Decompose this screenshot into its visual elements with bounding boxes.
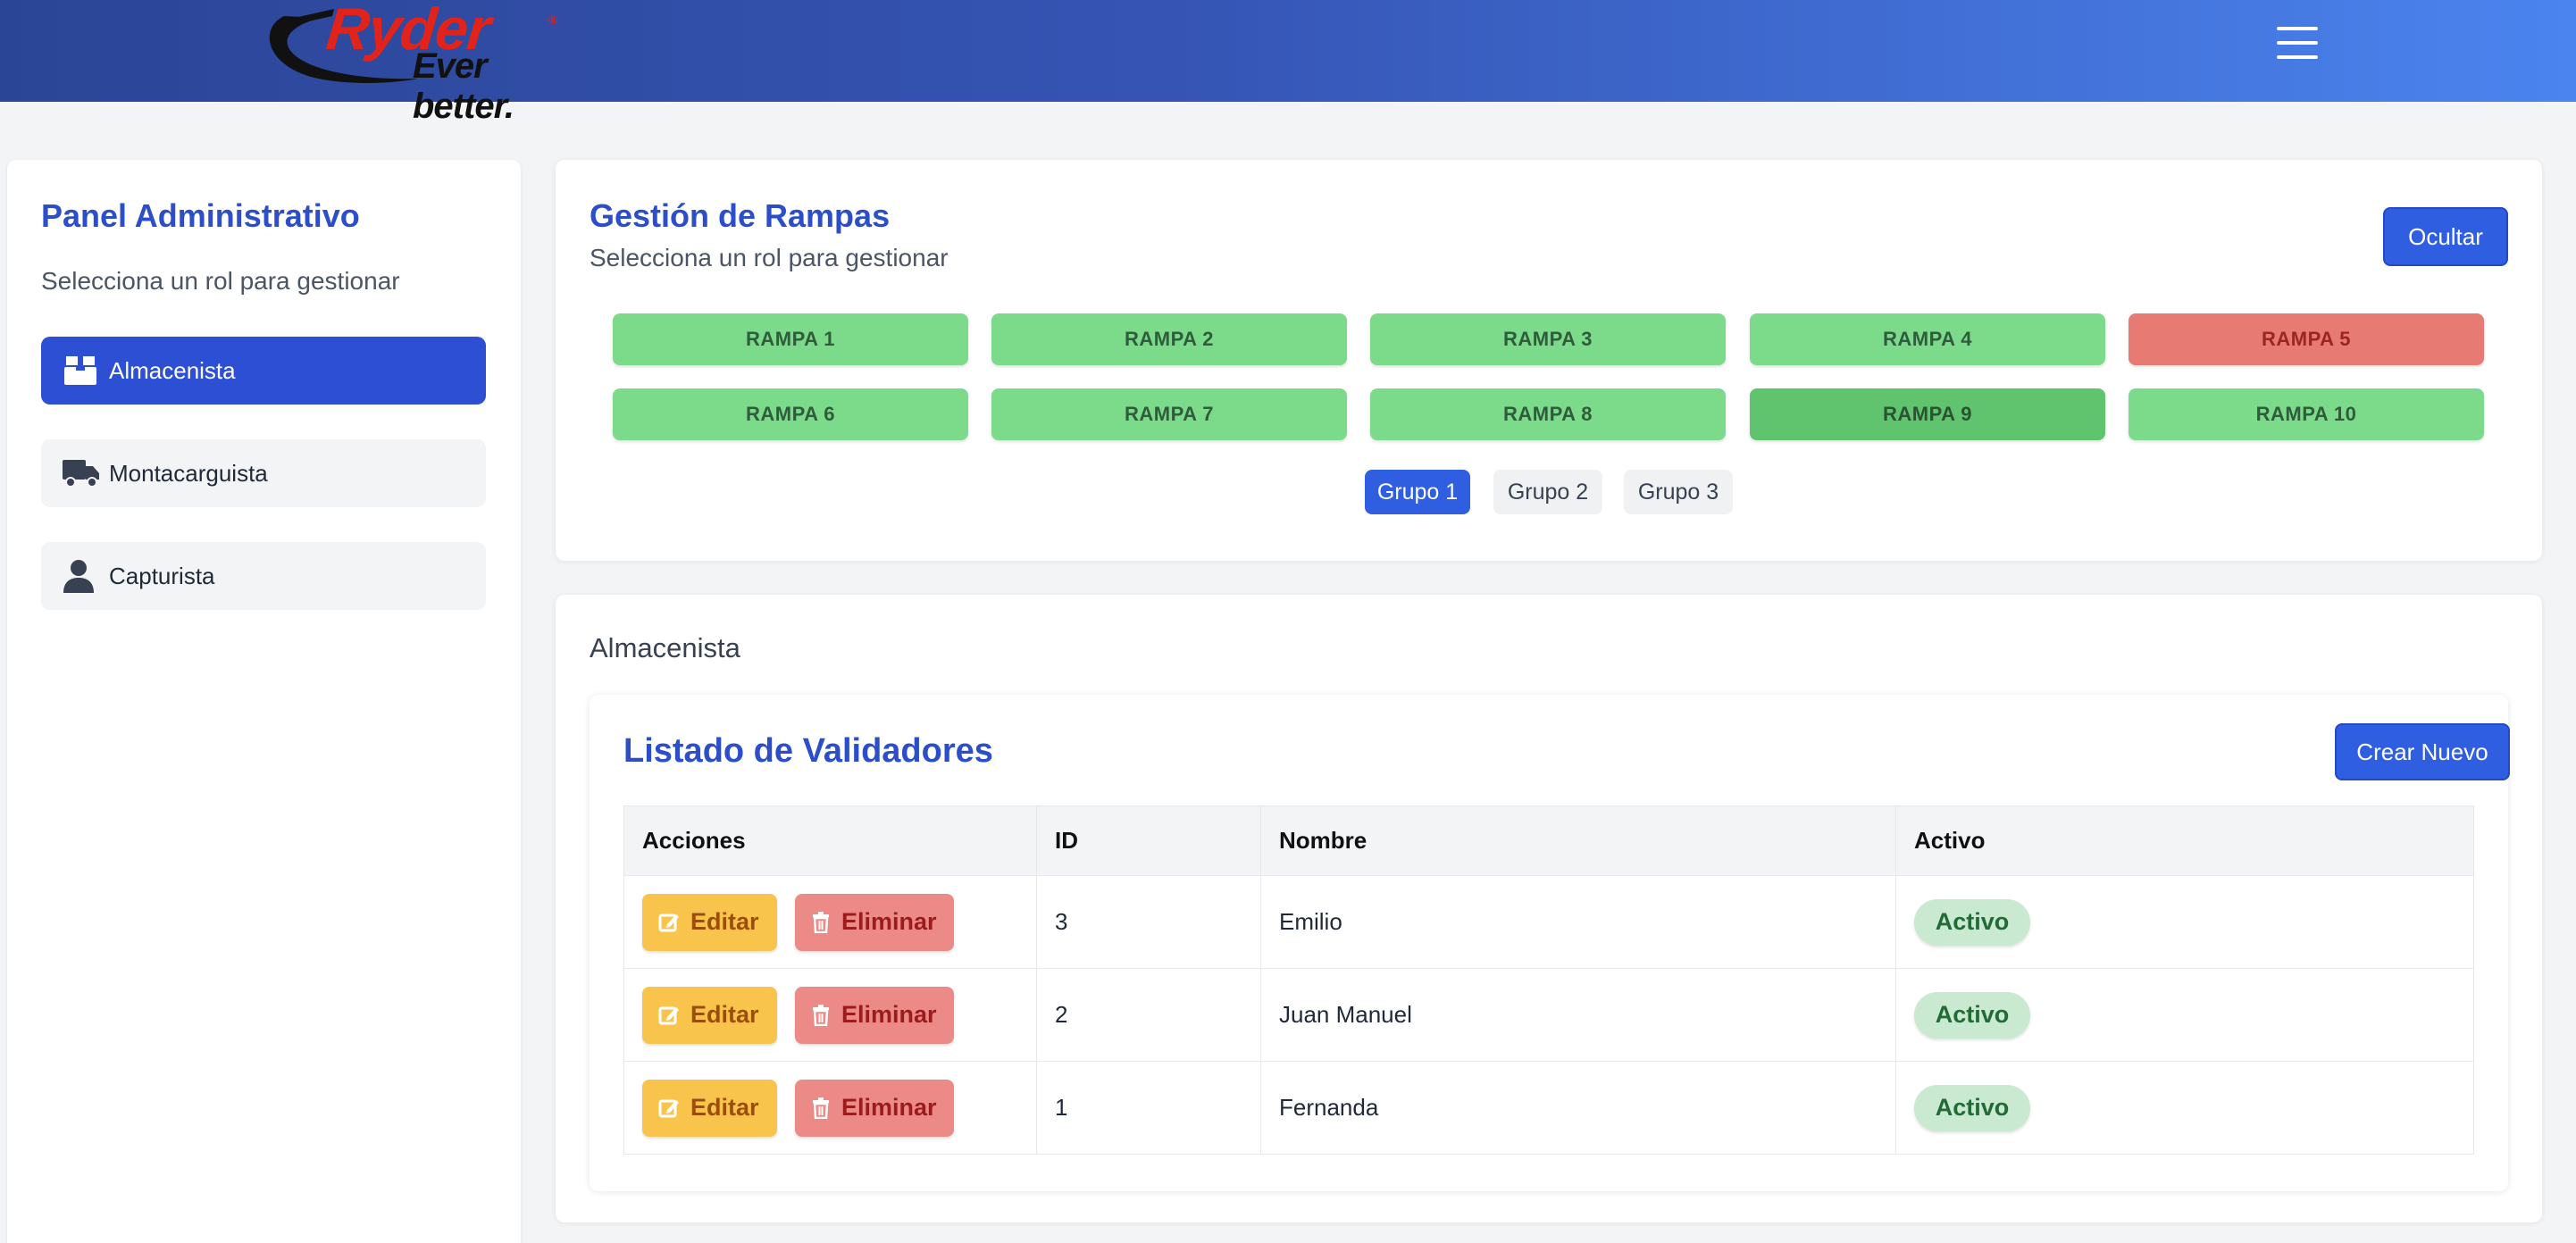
- rampas-subtitle: Selecciona un rol para gestionar: [590, 244, 949, 271]
- rampa-button-7[interactable]: RAMPA 7: [991, 388, 1347, 440]
- cell-nombre: Juan Manuel: [1260, 968, 1896, 1062]
- rampa-button-10[interactable]: RAMPA 10: [2129, 388, 2484, 440]
- sidebar-item-almacenista[interactable]: Almacenista: [41, 337, 486, 405]
- trash-icon: [811, 1097, 831, 1119]
- cell-id: 3: [1036, 875, 1261, 969]
- top-header: Ryder ® Ever better.: [0, 0, 2576, 126]
- rampas-title: Gestión de Rampas: [590, 197, 891, 234]
- role-panel: Almacenista Listado de Validadores Crear…: [556, 595, 2542, 1222]
- rampa-button-3[interactable]: RAMPA 3: [1370, 313, 1726, 365]
- sidebar-item-label: Capturista: [109, 562, 215, 589]
- edit-icon: [658, 1097, 680, 1119]
- column-header-acciones: Acciones: [623, 805, 1037, 876]
- create-new-button[interactable]: Crear Nuevo: [2335, 723, 2510, 780]
- edit-label: Editar: [690, 1094, 759, 1121]
- edit-label: Editar: [690, 1001, 759, 1028]
- group-tab-2[interactable]: Grupo 2: [1493, 470, 1602, 514]
- column-header-nombre: Nombre: [1260, 805, 1896, 876]
- sidebar-item-label: Montacarguista: [109, 459, 268, 487]
- truck-icon: [63, 455, 100, 491]
- sidebar-subtitle: Selecciona un rol para gestionar: [41, 267, 400, 295]
- sidebar-item-label: Almacenista: [109, 356, 236, 384]
- rampa-button-6[interactable]: RAMPA 6: [613, 388, 968, 440]
- column-header-id: ID: [1036, 805, 1261, 876]
- logo-tagline: Ever better.: [413, 46, 514, 126]
- sidebar-item-montacarguista[interactable]: Montacarguista: [41, 439, 486, 507]
- edit-label: Editar: [690, 908, 759, 935]
- delete-button[interactable]: Eliminar: [795, 1079, 954, 1137]
- logo-registered-mark: ®: [548, 13, 558, 27]
- delete-button[interactable]: Eliminar: [795, 986, 954, 1044]
- group-tab-3[interactable]: Grupo 3: [1624, 470, 1733, 514]
- validators-table: Acciones ID Nombre Activo Editar Elimina…: [623, 805, 2474, 1155]
- hamburger-menu-icon[interactable]: [2277, 27, 2318, 59]
- cell-id: 1: [1036, 1061, 1261, 1155]
- trash-icon: [811, 1004, 831, 1026]
- box-icon: [63, 353, 100, 388]
- hide-button[interactable]: Ocultar: [2383, 207, 2508, 266]
- sidebar-title: Panel Administrativo: [41, 197, 360, 234]
- rampa-button-8[interactable]: RAMPA 8: [1370, 388, 1726, 440]
- edit-icon: [658, 1005, 680, 1026]
- rampa-button-5[interactable]: RAMPA 5: [2129, 313, 2484, 365]
- delete-label: Eliminar: [841, 1094, 937, 1121]
- validators-card: Listado de Validadores Crear Nuevo Accio…: [590, 695, 2510, 1191]
- delete-button[interactable]: Eliminar: [795, 893, 954, 951]
- rampa-button-4[interactable]: RAMPA 4: [1750, 313, 2105, 365]
- status-badge: Activo: [1914, 898, 2030, 946]
- status-badge: Activo: [1914, 991, 2030, 1039]
- rampa-button-2[interactable]: RAMPA 2: [991, 313, 1347, 365]
- role-title: Almacenista: [590, 632, 740, 663]
- status-badge: Activo: [1914, 1084, 2030, 1131]
- validators-title: Listado de Validadores: [623, 732, 993, 770]
- rampas-panel: Gestión de Rampas Selecciona un rol para…: [556, 160, 2542, 561]
- rampa-button-1[interactable]: RAMPA 1: [613, 313, 968, 365]
- edit-button[interactable]: Editar: [642, 1079, 777, 1137]
- delete-label: Eliminar: [841, 908, 937, 935]
- group-tab-1[interactable]: Grupo 1: [1365, 470, 1470, 514]
- admin-sidebar: Panel Administrativo Selecciona un rol p…: [7, 160, 521, 1243]
- trash-icon: [811, 911, 831, 933]
- cell-nombre: Fernanda: [1260, 1061, 1896, 1155]
- ryder-logo[interactable]: Ryder ® Ever better.: [257, 0, 588, 126]
- table-row: Editar Eliminar 2 Juan Manuel Activo: [623, 968, 2474, 1062]
- rampa-button-9[interactable]: RAMPA 9: [1750, 388, 2105, 440]
- edit-button[interactable]: Editar: [642, 893, 777, 951]
- table-row: Editar Eliminar 1 Fernanda Activo: [623, 1061, 2474, 1155]
- cell-id: 2: [1036, 968, 1261, 1062]
- cell-nombre: Emilio: [1260, 875, 1896, 969]
- sidebar-item-capturista[interactable]: Capturista: [41, 542, 486, 610]
- column-header-activo: Activo: [1895, 805, 2474, 876]
- edit-icon: [658, 912, 680, 933]
- delete-label: Eliminar: [841, 1001, 937, 1028]
- edit-button[interactable]: Editar: [642, 986, 777, 1044]
- table-row: Editar Eliminar 3 Emilio Activo: [623, 875, 2474, 969]
- user-icon: [63, 558, 100, 594]
